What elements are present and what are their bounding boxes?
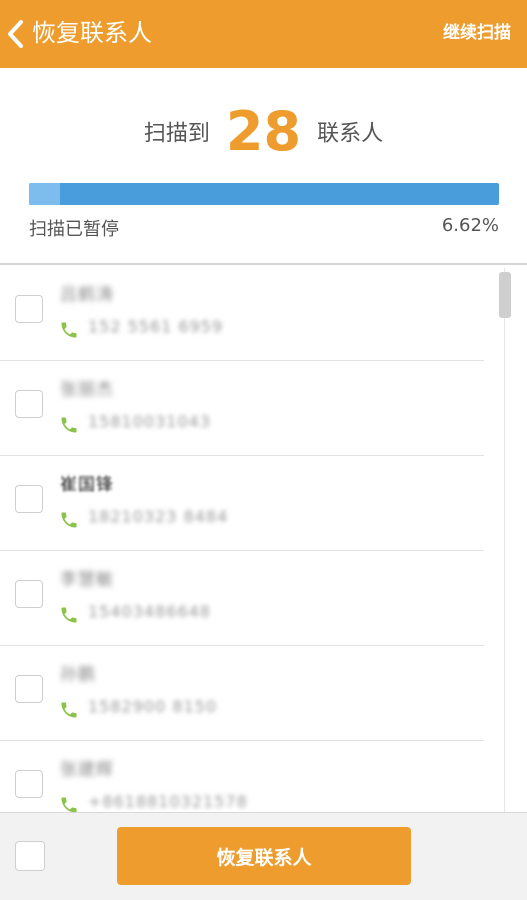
phone-icon — [61, 512, 77, 528]
phone-icon — [61, 417, 77, 433]
list-scrollbar[interactable] — [499, 268, 511, 812]
contact-phone: 15810031043 — [88, 412, 211, 431]
contact-checkbox[interactable] — [15, 295, 43, 323]
scrollbar-thumb[interactable] — [499, 272, 511, 318]
phone-icon — [61, 797, 77, 812]
restore-contacts-button[interactable]: 恢复联系人 — [117, 827, 411, 885]
contact-row[interactable]: 吕鹤涛 152 5561 6959 — [0, 265, 484, 361]
contact-row[interactable]: 张丽杰 15810031043 — [0, 360, 484, 456]
scan-percent: 6.62% — [441, 215, 499, 236]
phone-icon — [61, 322, 77, 338]
contact-phone: 152 5561 6959 — [88, 317, 224, 336]
top-bar: 恢复联系人 继续扫描 — [0, 0, 527, 68]
phone-icon — [61, 607, 77, 623]
contact-checkbox[interactable] — [15, 580, 43, 608]
chevron-left-icon[interactable] — [4, 18, 26, 50]
contact-name: 孙鹏 — [60, 665, 96, 685]
contact-phone: +8618810321578 — [88, 792, 248, 811]
contact-row[interactable]: 崔国锋 18210323 8484 — [0, 455, 484, 551]
contact-phone: 1582900 8150 — [88, 697, 218, 716]
scan-progress-fill — [29, 183, 61, 205]
scan-status: 扫描已暂停 — [29, 219, 119, 240]
contact-name: 张建辉 — [60, 760, 114, 780]
page-title: 恢复联系人 — [32, 19, 152, 47]
contact-list[interactable]: 吕鹤涛 152 5561 6959 张丽杰 15810031043 崔国锋 18… — [0, 265, 527, 812]
contact-row[interactable]: 李慧敏 15403486648 — [0, 550, 484, 646]
contact-checkbox[interactable] — [15, 390, 43, 418]
continue-scan-button[interactable]: 继续扫描 — [443, 21, 511, 45]
contact-phone: 18210323 8484 — [88, 507, 229, 526]
contact-name: 李慧敏 — [60, 570, 114, 590]
contact-row[interactable]: 张建辉 +8618810321578 — [0, 740, 484, 812]
select-all-checkbox[interactable] — [15, 841, 45, 871]
scan-summary: 扫描到 28 联系人 扫描已暂停 6.62% — [0, 68, 527, 264]
scan-count: 28 — [225, 100, 302, 163]
contact-checkbox[interactable] — [15, 770, 43, 798]
scrollbar-line — [504, 268, 505, 812]
scan-count-line: 扫描到 28 联系人 — [0, 100, 527, 170]
contact-row[interactable]: 孙鹏 1582900 8150 — [0, 645, 484, 741]
contact-name: 张丽杰 — [60, 380, 114, 400]
contact-name: 吕鹤涛 — [60, 285, 114, 305]
contact-phone: 15403486648 — [88, 602, 211, 621]
contact-checkbox[interactable] — [15, 675, 43, 703]
scan-prefix: 扫描到 — [143, 121, 210, 147]
bottom-bar: 恢复联系人 — [0, 812, 527, 900]
contact-checkbox[interactable] — [15, 485, 43, 513]
phone-icon — [61, 702, 77, 718]
scan-progress-bar — [29, 183, 499, 205]
scan-suffix: 联系人 — [317, 121, 384, 147]
contact-name: 崔国锋 — [60, 475, 114, 495]
